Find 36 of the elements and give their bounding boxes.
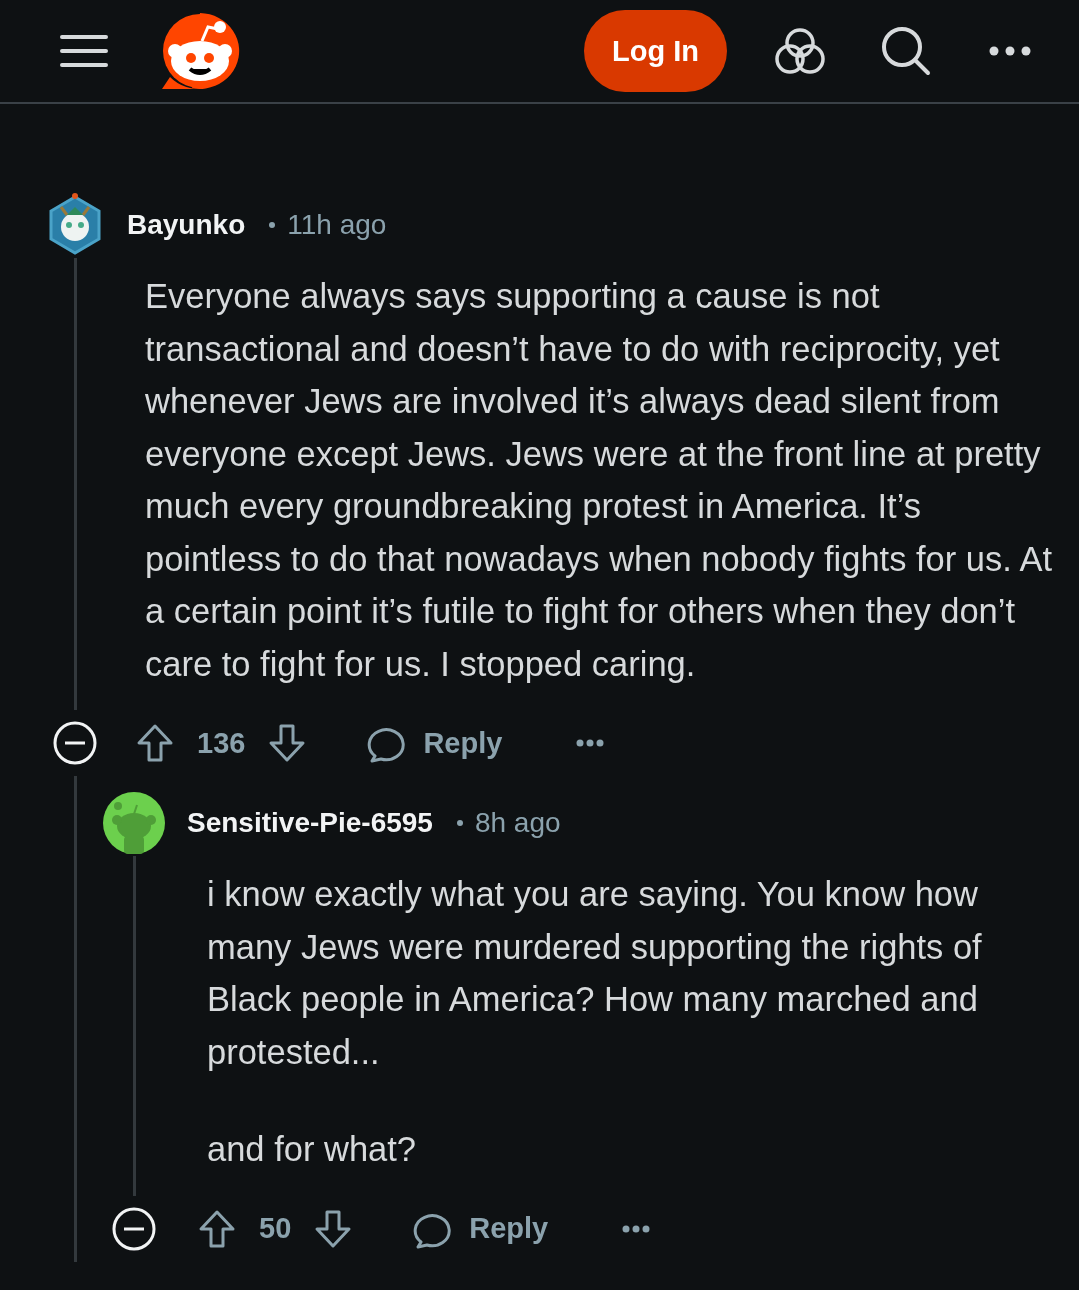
username[interactable]: Sensitive-Pie-6595	[187, 807, 433, 839]
search-button[interactable]	[881, 26, 931, 76]
comment-text: Everyone always says supporting a cause is not transactional and doesn’t have to do with reciprocity, yet whenever Jews are involved it’s always dead silent from everyone except Jews. Jews were at the front line at pretty much every groundbreaking protest in America. It’s pointless to do that nowadays when nobody fights for us. At a certain point it’s futile to fight for others when they don’t care to fight for us. I stopped caring.	[145, 276, 1054, 685]
separator-dot	[269, 222, 276, 228]
vote-count: 136	[197, 726, 246, 760]
avatar-icon	[47, 193, 103, 257]
more-options-button[interactable]	[622, 1224, 651, 1233]
menu-icon	[60, 34, 108, 68]
collapse-icon	[53, 721, 97, 765]
upvote-button[interactable]	[197, 1208, 237, 1249]
collapse-button[interactable]	[53, 721, 97, 765]
reply-button[interactable]: Reply	[413, 1208, 549, 1249]
more-icon	[576, 739, 605, 747]
more-options-button[interactable]	[576, 739, 605, 747]
upvote-icon	[197, 1208, 237, 1249]
separator-dot	[456, 820, 463, 826]
search-icon	[881, 26, 931, 76]
collapse-button[interactable]	[112, 1206, 156, 1251]
comment-text: i know exactly what you are saying. You know how many Jews were murdered supporting the rights of Black people in America? How many marched and protested...	[207, 874, 983, 1073]
trefoil-icon	[775, 27, 825, 75]
more-icon	[622, 1224, 651, 1233]
timestamp: 11h ago	[287, 209, 387, 241]
username[interactable]: Bayunko	[127, 209, 246, 241]
comment-text: and for what?	[207, 1129, 418, 1170]
upvote-icon	[135, 723, 175, 763]
upvote-button[interactable]	[135, 723, 175, 763]
vote-count: 50	[259, 1212, 292, 1245]
timestamp: 8h ago	[474, 807, 561, 839]
more-button[interactable]	[989, 46, 1031, 56]
popular-button[interactable]	[775, 27, 825, 75]
more-icon	[989, 46, 1031, 56]
avatar-icon	[103, 792, 165, 854]
login-button[interactable]: Log In	[584, 10, 727, 92]
menu-button[interactable]	[60, 34, 108, 68]
collapse-icon	[112, 1206, 156, 1251]
reply-button[interactable]: Reply	[367, 723, 503, 763]
